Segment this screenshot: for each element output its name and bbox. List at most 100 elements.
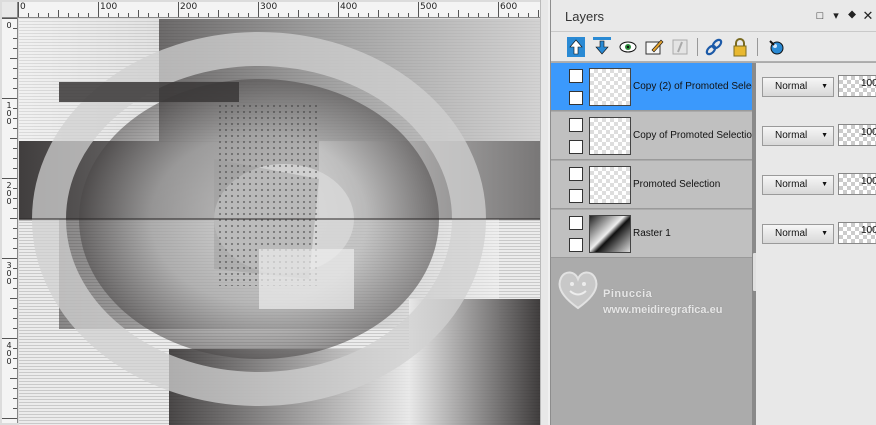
layer-group-icon[interactable] (569, 118, 583, 132)
ruler-tick (13, 198, 17, 199)
ruler-label: 100 (100, 2, 118, 12)
ruler-tick (378, 10, 379, 17)
canvas-artwork[interactable] (19, 19, 540, 425)
chevron-down-icon: ▼ (821, 181, 828, 188)
ruler-tick (288, 13, 289, 17)
ruler-tick (10, 58, 17, 59)
ruler-label-vertical: 300 (6, 261, 12, 286)
visibility-toggle-icon[interactable] (617, 36, 639, 58)
ruler-tick (13, 238, 17, 239)
ruler-tick (13, 38, 17, 39)
eye-icon[interactable] (569, 238, 583, 252)
move-layer-down-icon[interactable] (591, 36, 613, 58)
ruler-tick (508, 13, 509, 17)
ruler-tick (13, 128, 17, 129)
layer-name: Copy of Promoted Selection (633, 130, 758, 141)
pin-icon[interactable]: ⯁ (845, 9, 859, 23)
watermark-name: Pinuccia (603, 288, 653, 300)
ruler-tick (238, 13, 239, 17)
dropdown-icon[interactable]: ▾ (829, 9, 843, 23)
ruler-tick (13, 388, 17, 389)
ruler-tick (138, 10, 139, 17)
blend-mode-value: Normal (775, 130, 808, 141)
ruler-label: 200 (180, 2, 198, 12)
ruler-tick (208, 13, 209, 17)
lock-transparency-icon[interactable] (669, 36, 691, 58)
blend-mode-dropdown[interactable]: Normal ▼ (762, 175, 834, 195)
ruler-tick (148, 13, 149, 17)
ruler-tick (48, 13, 49, 17)
edit-selection-icon[interactable] (643, 36, 665, 58)
ruler-tick (13, 268, 17, 269)
blend-mode-dropdown[interactable]: Normal ▼ (762, 224, 834, 244)
chevron-down-icon: ▼ (821, 83, 828, 90)
ruler-label: 0 (6, 21, 12, 30)
ruler-tick (13, 278, 17, 279)
ruler-tick (198, 13, 199, 17)
layer-row[interactable]: Promoted Selection (551, 161, 752, 209)
ruler-tick (13, 68, 17, 69)
opacity-slider[interactable]: 100 (838, 75, 876, 97)
layer-row[interactable]: Copy of Promoted Selection (551, 112, 758, 160)
palette-title: Layers (565, 9, 605, 24)
layer-thumbnail (589, 117, 631, 155)
ruler-tick (28, 13, 29, 17)
ruler-tick (2, 98, 17, 99)
layer-row[interactable]: Raster 1 (551, 210, 752, 258)
ruler-tick (538, 10, 539, 17)
ruler-tick (13, 148, 17, 149)
layer-properties-row: Normal ▼ 100 (756, 161, 876, 209)
ruler-tick (298, 10, 299, 17)
watermark: Pinuccia www.meidiregrafica.eu (551, 262, 751, 332)
layer-properties: Normal ▼ 100 Normal ▼ 100 Normal ▼ 100 N… (756, 63, 876, 260)
toolbar-separator (757, 38, 758, 56)
ruler-tick (98, 2, 99, 17)
blend-mode-dropdown[interactable]: Normal ▼ (762, 126, 834, 146)
layer-group-icon[interactable] (569, 167, 583, 181)
ruler-label: 400 (340, 2, 358, 12)
close-icon[interactable]: ✕ (861, 9, 875, 23)
ruler-tick (168, 13, 169, 17)
ruler-tick (2, 258, 17, 259)
ruler-tick (328, 13, 329, 17)
ruler-tick (108, 13, 109, 17)
maximize-icon[interactable]: □ (813, 9, 827, 23)
layer-properties-row: Normal ▼ 100 (756, 112, 876, 160)
ruler-tick (498, 2, 499, 17)
ruler-tick (13, 328, 17, 329)
ruler-label-vertical: 100 (6, 101, 12, 126)
eye-icon[interactable] (569, 91, 583, 105)
blend-mode-value: Normal (775, 179, 808, 190)
ruler-tick (478, 13, 479, 17)
opacity-value: 100 (861, 176, 876, 187)
ruler-tick (13, 348, 17, 349)
layer-name: Promoted Selection (633, 179, 721, 190)
opacity-slider[interactable]: 100 (838, 124, 876, 146)
lock-icon[interactable] (729, 36, 751, 58)
eye-icon[interactable] (569, 189, 583, 203)
opacity-value: 100 (861, 127, 876, 138)
ruler-tick (13, 108, 17, 109)
opacity-slider[interactable]: 100 (838, 222, 876, 244)
ruler-tick (10, 378, 17, 379)
vertical-scrollbar[interactable] (540, 0, 548, 425)
link-icon[interactable] (703, 36, 725, 58)
blend-mode-dropdown[interactable]: Normal ▼ (762, 77, 834, 97)
opacity-slider[interactable]: 100 (838, 173, 876, 195)
move-layer-up-icon[interactable] (565, 36, 587, 58)
layer-properties-row: Normal ▼ 100 (756, 63, 876, 111)
ruler-tick (13, 318, 17, 319)
properties-icon[interactable] (765, 36, 787, 58)
layer-thumbnail (589, 215, 631, 253)
ruler-tick (418, 2, 419, 17)
ruler-tick (468, 13, 469, 17)
ruler-tick (388, 13, 389, 17)
ruler-tick (118, 13, 119, 17)
properties-empty-area (756, 260, 876, 425)
eye-icon[interactable] (569, 140, 583, 154)
blend-mode-value: Normal (775, 228, 808, 239)
layer-group-icon[interactable] (569, 69, 583, 83)
layer-group-icon[interactable] (569, 216, 583, 230)
layer-row[interactable]: Copy (2) of Promoted Selection (551, 63, 773, 111)
ruler-tick (13, 118, 17, 119)
